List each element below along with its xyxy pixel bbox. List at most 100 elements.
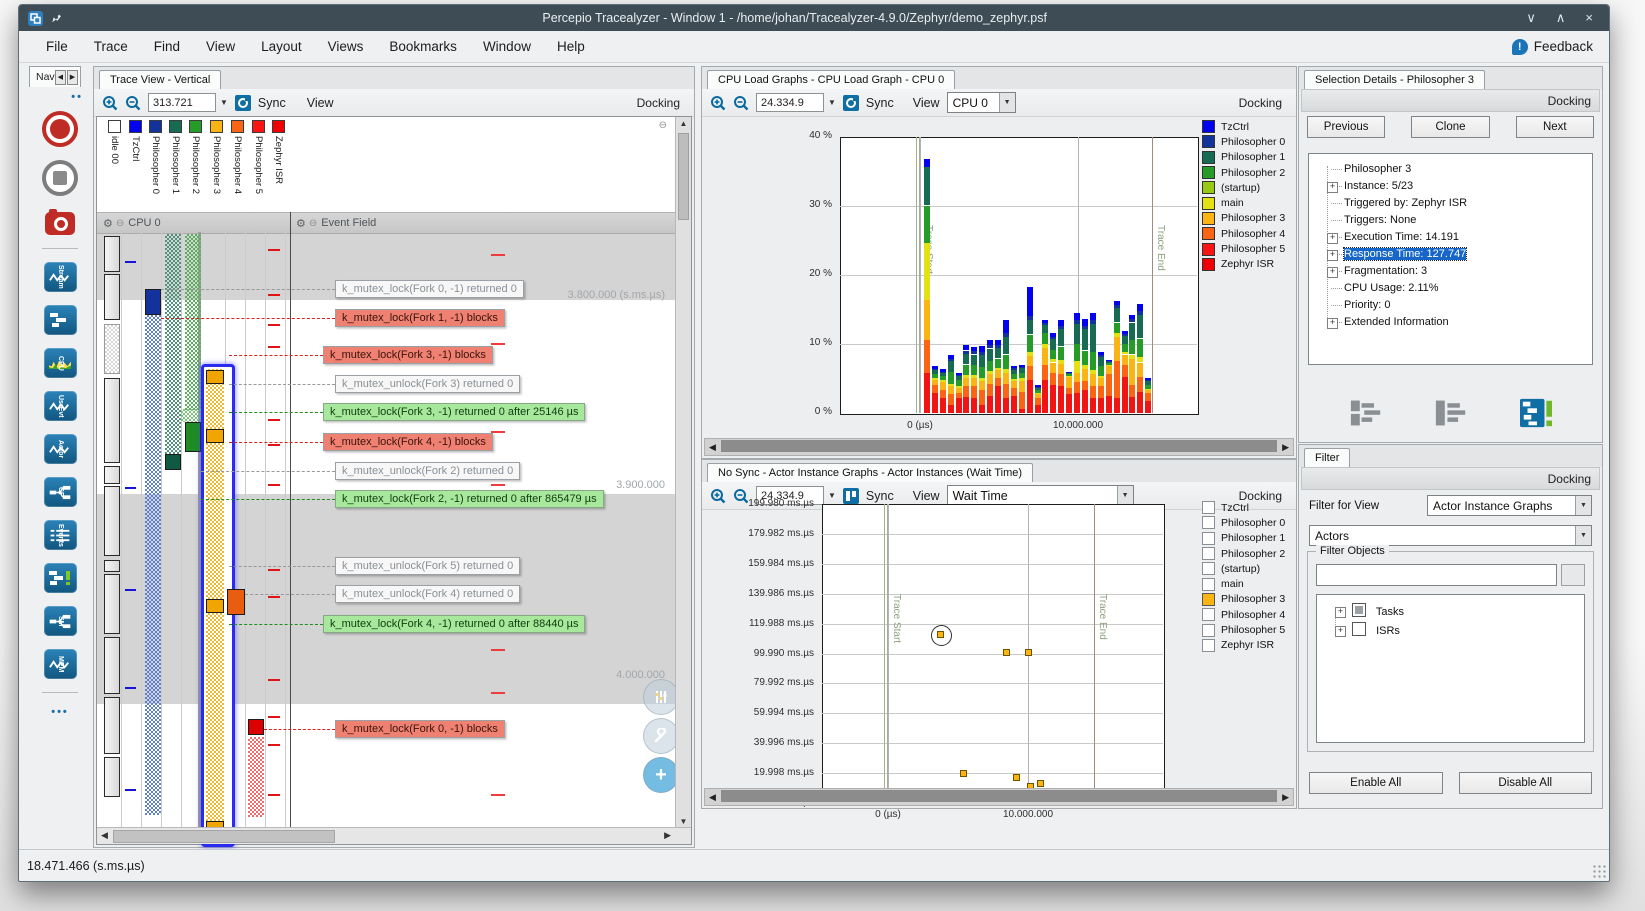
clone-button[interactable]: Clone (1411, 116, 1490, 138)
event-label[interactable]: k_mutex_lock(Fork 2, -1) returned 0 afte… (335, 490, 604, 508)
scroll-left-icon[interactable]: ◀ (709, 792, 716, 803)
menu-item[interactable]: File (33, 34, 81, 59)
event-label-row[interactable]: k_mutex_lock(Fork 3, -1) blocks (229, 346, 493, 366)
legend-item[interactable]: Philosopher 3 (1202, 211, 1285, 226)
scroll-right-icon[interactable]: ▶ (1282, 442, 1289, 453)
tree-item[interactable]: + Triggers: None (1313, 212, 1588, 229)
sidebar-more-dots[interactable]: ••• (51, 706, 69, 718)
menu-item[interactable]: Trace (81, 34, 141, 59)
sidebar-tool-button[interactable]: Actor (43, 434, 77, 464)
sync-button[interactable]: Sync (258, 96, 286, 110)
pin-icon[interactable] (51, 11, 63, 25)
expand-icon[interactable]: + (1327, 318, 1338, 329)
sidebar-tool-button[interactable]: SM (43, 606, 77, 636)
trace-vertical-scrollbar[interactable]: ▲ ▼ (675, 117, 691, 828)
expand-icon[interactable]: + (1327, 182, 1338, 193)
autohide-icon[interactable]: ⊖ (659, 120, 667, 131)
legend-checkbox-item[interactable]: Philosopher 1 (1202, 531, 1285, 546)
filter-search-input[interactable] (1316, 564, 1557, 586)
view-settings-float-button[interactable] (643, 679, 679, 715)
docking-menu[interactable]: Docking (1548, 472, 1599, 486)
tree-item[interactable]: + Extended Information (1313, 314, 1588, 331)
sidebar-tool-button[interactable]: MEM (43, 649, 77, 679)
sync-icon[interactable] (234, 94, 251, 111)
snapshot-button[interactable] (45, 209, 75, 235)
sidebar-tool-button[interactable]: CF (43, 477, 77, 507)
menu-item[interactable]: Help (544, 34, 598, 59)
event-label[interactable]: k_mutex_lock(Fork 3, -1) blocks (323, 346, 493, 364)
scroll-up-icon[interactable]: ▲ (676, 119, 691, 128)
legend-checkbox-item[interactable]: Philosopher 0 (1202, 515, 1285, 530)
legend-checkbox[interactable] (1202, 577, 1215, 591)
legend-item[interactable]: (startup) (1202, 180, 1285, 195)
event-label-row[interactable]: k_mutex_lock(Fork 4, -1) blocks (229, 433, 493, 453)
actor-horizontal-scrollbar[interactable]: ◀ ▶ (704, 788, 1294, 806)
event-label[interactable]: k_mutex_lock(Fork 3, -1) returned 0 afte… (323, 403, 586, 421)
event-label-row[interactable]: k_mutex_unlock(Fork 3) returned 0 (229, 375, 521, 395)
scroll-right-icon[interactable]: ▶ (664, 830, 671, 841)
expand-icon[interactable]: + (1327, 233, 1338, 244)
event-label-row[interactable]: k_mutex_unlock(Fork 5) returned 0 (229, 557, 521, 577)
tree-checkbox[interactable] (1352, 603, 1366, 617)
tab-selection-details[interactable]: Selection Details - Philosopher 3 (1304, 70, 1485, 89)
legend-checkbox[interactable] (1202, 638, 1215, 652)
event-label[interactable]: k_mutex_unlock(Fork 2) returned 0 (335, 462, 521, 480)
legend-item[interactable]: main (1202, 195, 1285, 210)
legend-checkbox[interactable] (1202, 562, 1215, 576)
layout-option-active-button[interactable] (1514, 396, 1558, 430)
legend-checkbox[interactable] (1202, 501, 1215, 515)
docking-menu[interactable]: Docking (1548, 94, 1599, 108)
event-label[interactable]: k_mutex_lock(Fork 0, -1) returned 0 (335, 280, 524, 298)
sidebar-tool-button[interactable]: CPU (43, 348, 77, 378)
scroll-down-icon[interactable]: ▼ (676, 817, 691, 826)
zoom-in-float-button[interactable]: + (643, 757, 679, 793)
legend-checkbox-item[interactable]: Philosopher 5 (1202, 622, 1285, 637)
trace-canvas[interactable]: idle 00 TzCtrl Philosopher 0 Philosopher… (96, 116, 692, 847)
legend-checkbox[interactable] (1202, 623, 1215, 637)
scrollbar-thumb[interactable] (721, 790, 1277, 802)
menu-item[interactable]: Bookmarks (376, 34, 470, 59)
event-label-row[interactable]: k_mutex_lock(Fork 0, -1) blocks (264, 720, 505, 740)
legend-checkbox-item[interactable]: Philosopher 4 (1202, 607, 1285, 622)
scrollbar-thumb[interactable] (721, 440, 1277, 452)
nav-right-icon[interactable]: ▶ (66, 69, 78, 85)
legend-checkbox[interactable] (1202, 592, 1215, 606)
zoom-in-icon[interactable] (102, 95, 118, 111)
zoom-out-icon[interactable] (125, 95, 141, 111)
legend-checkbox-item[interactable]: (startup) (1202, 561, 1285, 576)
tree-item[interactable]: + Philosopher 3 (1313, 161, 1588, 178)
event-label[interactable]: k_mutex_lock(Fork 1, -1) blocks (335, 309, 505, 327)
event-label-row[interactable]: k_mutex_lock(Fork 3, -1) returned 0 afte… (229, 403, 586, 423)
legend-checkbox[interactable] (1202, 516, 1215, 530)
menu-item[interactable]: Window (470, 34, 544, 59)
menu-item[interactable]: Layout (248, 34, 315, 59)
sidebar-tool-button[interactable] (43, 563, 77, 593)
previous-button[interactable]: Previous (1307, 116, 1386, 138)
filter-tree-item[interactable]: + Tasks (1321, 603, 1580, 622)
tree-item[interactable]: + CPU Usage: 2.11% (1313, 280, 1588, 297)
scrollbar-thumb[interactable] (678, 133, 689, 220)
tree-checkbox[interactable] (1352, 622, 1366, 636)
trace-horizontal-scrollbar[interactable]: ◀ ▶ (97, 827, 691, 844)
tree-item[interactable]: + Execution Time: 14.191 (1313, 229, 1588, 246)
legend-item[interactable]: Philosopher 2 (1202, 165, 1285, 180)
expand-icon[interactable]: + (1327, 250, 1338, 261)
legend-item[interactable]: Philosopher 4 (1202, 226, 1285, 241)
scroll-left-icon[interactable]: ◀ (101, 830, 108, 841)
menu-item[interactable]: Views (315, 34, 377, 59)
scrollbar-thumb[interactable] (113, 830, 335, 843)
docking-menu[interactable]: Docking (637, 96, 686, 110)
zoom-value-field[interactable]: 313.721 (148, 93, 216, 112)
sidebar-tool-button[interactable]: UsrEvt (43, 391, 77, 421)
tree-item[interactable]: + Priority: 0 (1313, 297, 1588, 314)
view-menu[interactable]: View (307, 96, 334, 110)
tree-item[interactable]: + Instance: 5/23 (1313, 178, 1588, 195)
legend-checkbox[interactable] (1202, 547, 1215, 561)
legend-checkbox[interactable] (1202, 608, 1215, 622)
expand-icon[interactable]: + (1335, 626, 1346, 637)
event-label[interactable]: k_mutex_lock(Fork 0, -1) blocks (335, 720, 505, 738)
layout-option-button[interactable] (1429, 396, 1473, 430)
tools-float-button[interactable] (643, 718, 679, 754)
event-label[interactable]: k_mutex_lock(Fork 4, -1) blocks (323, 433, 493, 451)
close-button[interactable]: × (1585, 10, 1593, 26)
